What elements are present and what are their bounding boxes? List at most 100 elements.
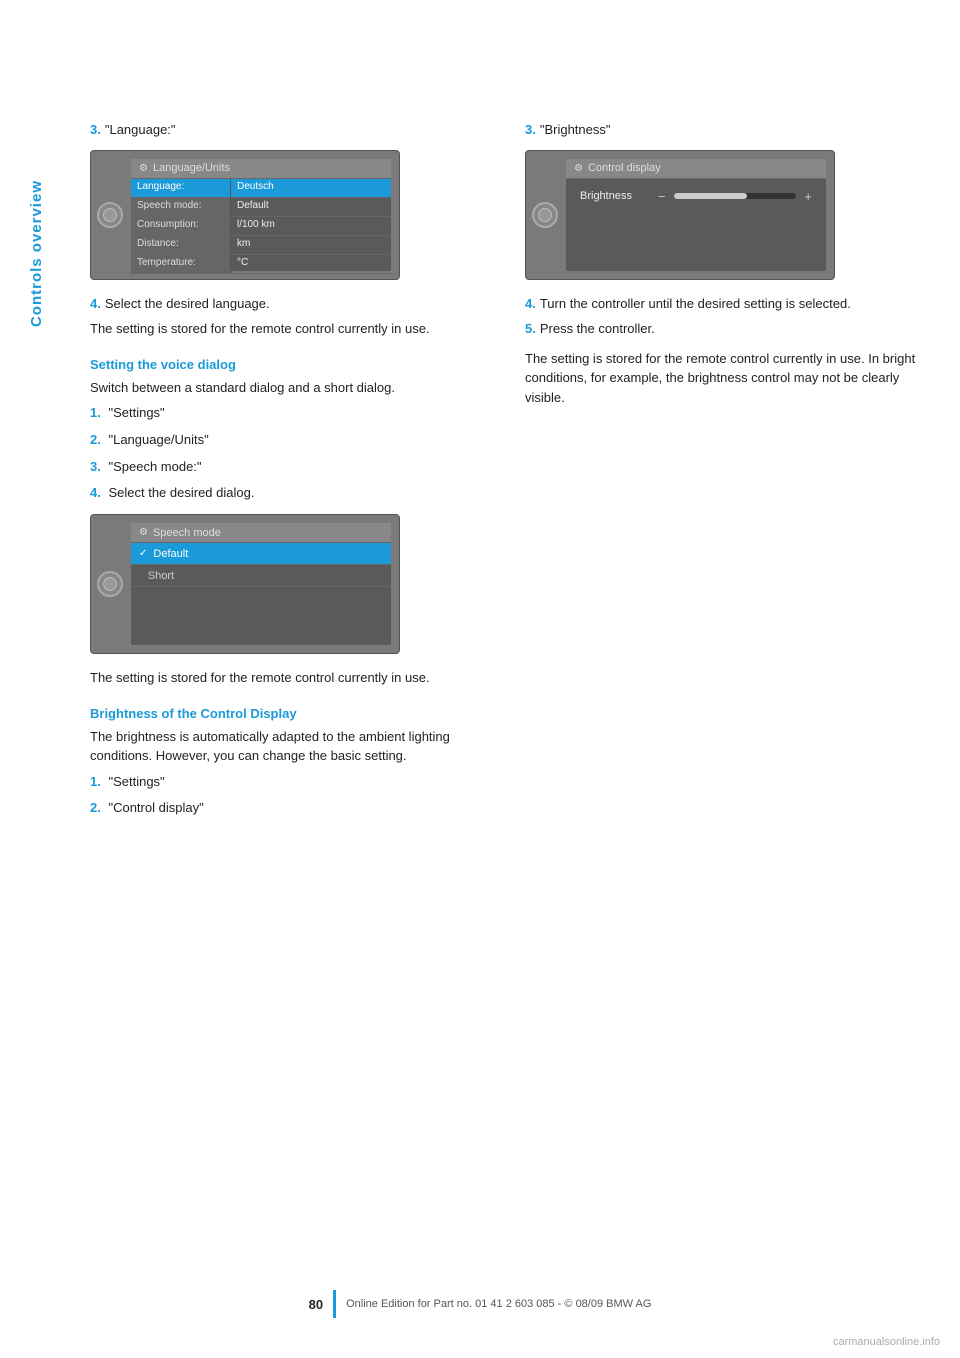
list1-num-3: 4. bbox=[90, 485, 101, 500]
speech-knob bbox=[97, 571, 123, 597]
speech-screen: ⚙ Speech mode ✓ Default Short bbox=[90, 514, 400, 654]
step4-num: 4. bbox=[90, 296, 101, 311]
body1-right: The setting is stored for the remote con… bbox=[525, 349, 920, 408]
no-check-icon bbox=[139, 570, 142, 581]
list1-text-0: "Settings" bbox=[108, 405, 164, 420]
footer-text: Online Edition for Part no. 01 41 2 603 … bbox=[346, 1298, 651, 1310]
minus-icon: − bbox=[658, 189, 666, 204]
language-title-text: Language/Units bbox=[153, 162, 230, 174]
brightness-knob-inner bbox=[538, 208, 552, 222]
step4r-num: 4. bbox=[525, 296, 536, 311]
language-row-4: Temperature: °C bbox=[131, 255, 391, 274]
language-screen-inner: ⚙ Language/Units Language: Deutsch Speec… bbox=[131, 159, 391, 271]
language-row-0: Language: Deutsch bbox=[131, 179, 391, 198]
list1-item-1: 2. "Language/Units" bbox=[90, 430, 485, 451]
lang-label-0: Language: bbox=[131, 179, 231, 197]
list2-item-0: 1. "Settings" bbox=[90, 772, 485, 793]
brightness-label: Brightness bbox=[580, 190, 650, 202]
list1-num-1: 2. bbox=[90, 432, 101, 447]
step5r-text: Press the controller. bbox=[540, 321, 655, 336]
lang-value-0: Deutsch bbox=[231, 179, 391, 197]
list2: 1. "Settings" 2. "Control display" bbox=[90, 772, 485, 820]
two-col-layout: 3. "Language:" ⚙ Language/Units Language: bbox=[90, 120, 920, 827]
gear-icon: ⚙ bbox=[139, 163, 148, 174]
lang-label-1: Speech mode: bbox=[131, 198, 231, 216]
step3r-text: "Brightness" bbox=[540, 122, 611, 137]
language-row-1: Speech mode: Default bbox=[131, 198, 391, 217]
speech-inner: ⚙ Speech mode ✓ Default Short bbox=[131, 523, 391, 645]
brightness-gear-icon: ⚙ bbox=[574, 163, 583, 174]
language-screen-title: ⚙ Language/Units bbox=[131, 159, 391, 179]
lang-value-4: °C bbox=[231, 255, 391, 273]
step5-right: 5. Press the controller. bbox=[525, 319, 920, 339]
footer-bar bbox=[333, 1290, 336, 1318]
list2-item-1: 2. "Control display" bbox=[90, 798, 485, 819]
speech-default-label: Default bbox=[153, 548, 188, 560]
brightness-inner: ⚙ Control display Brightness − + bbox=[566, 159, 826, 271]
page-number: 80 bbox=[309, 1297, 323, 1312]
list1-item-3: 4. Select the desired dialog. bbox=[90, 483, 485, 504]
section1-intro: Switch between a standard dialog and a s… bbox=[90, 378, 485, 398]
step4-left: 4. Select the desired language. bbox=[90, 294, 485, 314]
list2-text-1: "Control display" bbox=[108, 800, 203, 815]
step3-right: 3. "Brightness" bbox=[525, 120, 920, 140]
list2-num-1: 2. bbox=[90, 800, 101, 815]
list1-text-3: Select the desired dialog. bbox=[108, 485, 254, 500]
language-row-2: Consumption: l/100 km bbox=[131, 217, 391, 236]
lang-value-2: l/100 km bbox=[231, 217, 391, 235]
step3-left: 3. "Language:" bbox=[90, 120, 485, 140]
list1-item-2: 3. "Speech mode:" bbox=[90, 457, 485, 478]
step4-right: 4. Turn the controller until the desired … bbox=[525, 294, 920, 314]
sidebar-label: Controls overview bbox=[28, 180, 45, 327]
brightness-title-bar: ⚙ Control display bbox=[566, 159, 826, 179]
watermark: carmanualsonline.info bbox=[833, 1336, 940, 1348]
main-content: 3. "Language:" ⚙ Language/Units Language: bbox=[90, 60, 920, 827]
list1-num-0: 1. bbox=[90, 405, 101, 420]
left-column: 3. "Language:" ⚙ Language/Units Language: bbox=[90, 120, 485, 827]
step4r-text: Turn the controller until the desired se… bbox=[540, 296, 851, 311]
speech-knob-inner bbox=[103, 577, 117, 591]
section2-intro: The brightness is automatically adapted … bbox=[90, 727, 485, 766]
controller-knob bbox=[97, 202, 123, 228]
brightness-title-text: Control display bbox=[588, 162, 661, 174]
step5r-num: 5. bbox=[525, 321, 536, 336]
speech-title-text: Speech mode bbox=[153, 527, 221, 539]
brightness-screen: ⚙ Control display Brightness − + bbox=[525, 150, 835, 280]
speech-gear-icon: ⚙ bbox=[139, 527, 148, 538]
brightness-bar bbox=[674, 193, 797, 199]
lang-label-2: Consumption: bbox=[131, 217, 231, 235]
list1-text-2: "Speech mode:" bbox=[108, 459, 201, 474]
brightness-bar-fill bbox=[674, 193, 748, 199]
speech-title-bar: ⚙ Speech mode bbox=[131, 523, 391, 543]
plus-icon: + bbox=[804, 189, 812, 204]
lang-value-1: Default bbox=[231, 198, 391, 216]
speech-short-label: Short bbox=[148, 570, 174, 582]
speech-row-short: Short bbox=[131, 565, 391, 587]
body2-left: The setting is stored for the remote con… bbox=[90, 668, 485, 688]
speech-row-default: ✓ Default bbox=[131, 543, 391, 565]
step4-text: Select the desired language. bbox=[105, 296, 270, 311]
brightness-control-row: Brightness − + bbox=[566, 179, 826, 214]
lang-label-3: Distance: bbox=[131, 236, 231, 254]
section2-heading: Brightness of the Control Display bbox=[90, 706, 485, 721]
list2-num-0: 1. bbox=[90, 774, 101, 789]
list2-text-0: "Settings" bbox=[108, 774, 164, 789]
page-footer: 80 Online Edition for Part no. 01 41 2 6… bbox=[0, 1290, 960, 1318]
check-icon: ✓ bbox=[139, 548, 147, 559]
lang-label-4: Temperature: bbox=[131, 255, 231, 273]
brightness-knob bbox=[532, 202, 558, 228]
list1-text-1: "Language/Units" bbox=[108, 432, 208, 447]
section1-heading: Setting the voice dialog bbox=[90, 357, 485, 372]
lang-value-3: km bbox=[231, 236, 391, 254]
knob-inner bbox=[103, 208, 117, 222]
step3-num: 3. bbox=[90, 122, 101, 137]
list1: 1. "Settings" 2. "Language/Units" 3. "Sp… bbox=[90, 403, 485, 504]
list1-item-0: 1. "Settings" bbox=[90, 403, 485, 424]
step3r-num: 3. bbox=[525, 122, 536, 137]
language-screen: ⚙ Language/Units Language: Deutsch Speec… bbox=[90, 150, 400, 280]
step3-text: "Language:" bbox=[105, 122, 176, 137]
list1-num-2: 3. bbox=[90, 459, 101, 474]
body1-left: The setting is stored for the remote con… bbox=[90, 319, 485, 339]
right-column: 3. "Brightness" ⚙ Control display Brightn… bbox=[525, 120, 920, 827]
language-row-3: Distance: km bbox=[131, 236, 391, 255]
